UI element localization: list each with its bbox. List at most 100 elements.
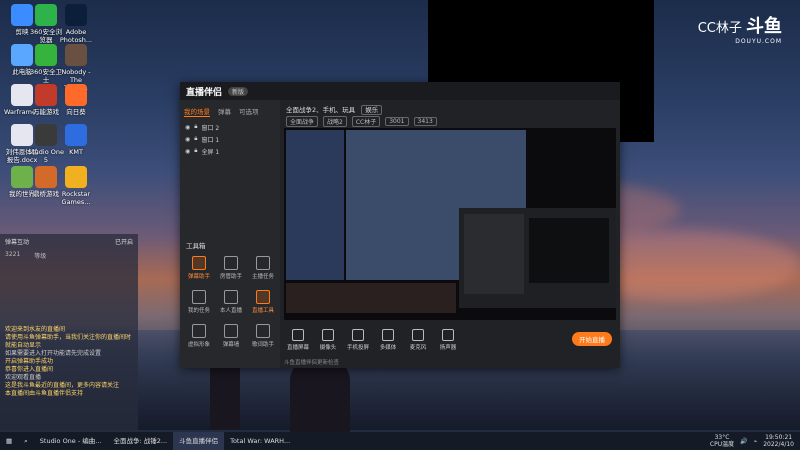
tool-icon [224, 324, 238, 338]
app-icon [35, 84, 57, 106]
start-button[interactable]: ▦ [0, 432, 18, 450]
tool-icon [192, 256, 206, 270]
app-icon [65, 44, 87, 66]
tool-label: 歌词助手 [251, 342, 274, 348]
volume-icon[interactable]: 🔊 [740, 438, 747, 445]
taskbar-app[interactable]: 全面战争: 战锤2... [107, 432, 173, 450]
stream-preview[interactable] [284, 128, 616, 320]
scene-title-row: 全面战争2、手机、玩具 娱乐 [286, 104, 383, 115]
status-text: 斗鱼直播伴侣更新检查 [284, 360, 340, 366]
desktop-icon-label: KMT [69, 148, 83, 156]
stream-info-item: 全面战争 [286, 116, 319, 127]
logo-brand: 斗鱼 [746, 16, 782, 37]
source-label: 摄像头 [319, 345, 337, 351]
app-icon [35, 166, 57, 188]
scene-tag[interactable]: 娱乐 [361, 105, 383, 115]
scene-layer[interactable]: ◉ 🔒︎ 窗口 2 [180, 121, 280, 133]
stream-info-item: 战略2 [323, 116, 347, 127]
stream-info-item: 3001 [385, 117, 409, 126]
source-button[interactable]: 多媒体 [374, 329, 402, 351]
version-badge[interactable]: 新版 [228, 86, 249, 96]
source-label: 直播屏幕 [286, 345, 309, 351]
toolbox-tool[interactable]: 弹幕助手 [184, 256, 214, 280]
app-brand: 直播伴侣 [186, 87, 223, 98]
source-icon [442, 329, 454, 341]
toolbox-tool[interactable]: 弹幕墙 [216, 324, 246, 348]
source-button[interactable]: 直播屏幕 [284, 329, 312, 351]
taskbar-app-label: 斗鱼直播伴侣 [179, 437, 219, 445]
desktop-icon[interactable]: Rockstar Games... [58, 166, 94, 206]
taskbar-app-label: 全面战争: 战锤2... [113, 437, 168, 445]
eye-icon[interactable]: ◉ [185, 136, 190, 143]
scene-tab[interactable]: 弹幕 [218, 106, 231, 117]
desktop-icon[interactable]: 向日葵 [58, 84, 94, 116]
layer-label: 全屏 1 [201, 148, 220, 156]
scene-title: 全面战争2、手机、玩具 [286, 106, 356, 114]
toolbox-tool[interactable]: 歌词助手 [248, 324, 278, 348]
toolbox-title: 工具箱 [186, 242, 206, 250]
desktop-icon-label: 向日葵 [66, 108, 86, 116]
tool-icon [256, 324, 270, 338]
app-icon [65, 166, 87, 188]
clock-time: 19:50:21 [765, 434, 793, 441]
toolbox-tool[interactable]: 房管助手 [216, 256, 246, 280]
toolbox-tool[interactable]: 虚拟形象 [184, 324, 214, 348]
chat-message: 如果需要进入打开功能请先完成设置 [5, 350, 102, 357]
eye-icon[interactable]: ◉ [185, 148, 190, 155]
toolbox-tool[interactable]: 直播工具 [248, 290, 278, 314]
desktop-icon[interactable]: Adobe Photosh... [58, 4, 94, 44]
tool-icon [224, 256, 238, 270]
app-titlebar[interactable]: 直播伴侣 新版 [180, 82, 620, 100]
network-icon[interactable]: ⌁ [754, 438, 758, 445]
chat-title: 弹幕互动 [5, 239, 30, 246]
scene-layer[interactable]: ◉ 🔒︎ 全屏 1 [180, 145, 280, 157]
source-icon [352, 329, 364, 341]
windows-taskbar: ▦ ⌕ Studio One - 编曲... 全面战争: 战锤2... 斗鱼直播伴侣… [0, 432, 800, 450]
lock-icon[interactable]: 🔒︎ [194, 123, 197, 131]
scene-tab[interactable]: 我的场景 [184, 106, 210, 117]
start-live-button[interactable]: 开始直播 [572, 332, 612, 346]
taskbar-app[interactable]: Total War: WARH... [224, 432, 296, 450]
source-button[interactable]: 摄像头 [314, 329, 342, 351]
chat-message: 欢迎来到水友的直播间 [5, 326, 66, 333]
source-icon [322, 329, 334, 341]
desktop-icon[interactable]: KMT [58, 124, 94, 156]
tool-icon [256, 256, 270, 270]
chat-message: 欢迎观看直播 [5, 374, 42, 381]
weather-temp: 33°C [714, 434, 730, 441]
tool-label: 主播任务 [251, 274, 274, 280]
scene-tab[interactable]: 可选项 [239, 106, 259, 117]
app-icon [35, 124, 57, 146]
source-button[interactable]: 手机投屏 [344, 329, 372, 351]
source-button[interactable]: 扬声器 [434, 329, 462, 351]
lock-icon[interactable]: 🔒︎ [194, 135, 197, 143]
scene-layer[interactable]: ◉ 🔒︎ 窗口 1 [180, 133, 280, 145]
source-label: 扬声器 [439, 345, 457, 351]
stream-info-item: CC林子 [351, 116, 381, 127]
chat-message: 请使用斗鱼弹幕助手，当我们关注你的直播间时就能自动显示 [5, 334, 132, 349]
tool-label: 房管助手 [219, 274, 242, 280]
tool-icon [192, 290, 206, 304]
chat-message: 本直播间由斗鱼直播伴侣支持 [5, 390, 84, 397]
toolbox-tool[interactable]: 我的任务 [184, 290, 214, 314]
toolbox-tool[interactable]: 本人直播 [216, 290, 246, 314]
taskbar-app[interactable]: 斗鱼直播伴侣 [173, 432, 225, 450]
toolbox-tool[interactable]: 主播任务 [248, 256, 278, 280]
preview-content [284, 128, 616, 320]
app-icon [65, 84, 87, 106]
chat-status: 已开启 [114, 239, 133, 246]
taskbar-app-label: Studio One - 编曲... [39, 437, 102, 445]
wallpaper-figure [290, 360, 350, 432]
eye-icon[interactable]: ◉ [185, 124, 190, 131]
status-bar: 斗鱼直播伴侣更新检查 [284, 358, 339, 366]
lock-icon[interactable]: 🔒︎ [194, 147, 197, 155]
desktop-icon-label: Rockstar Games... [61, 190, 91, 206]
chat-message: 恭喜你进入直播间 [5, 366, 54, 373]
source-button[interactable]: 麦克风 [404, 329, 432, 351]
tool-label: 我的任务 [187, 308, 210, 314]
clock[interactable]: 19:50:21 2022/4/10 [763, 434, 794, 448]
tool-icon [256, 290, 270, 304]
taskbar-app[interactable]: Studio One - 编曲... [34, 432, 108, 450]
chat-message: 开启弹幕助手成功 [5, 358, 54, 365]
search-button[interactable]: ⌕ [18, 432, 34, 450]
